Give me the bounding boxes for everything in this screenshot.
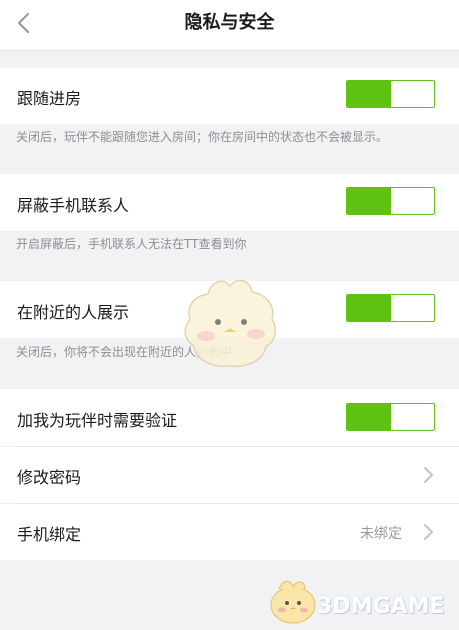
block-contacts-row: 屏蔽手机联系人: [0, 174, 459, 231]
follow-room-row: 跟随进房: [0, 68, 459, 124]
block-contacts-label: 屏蔽手机联系人: [17, 196, 130, 215]
follow-room-toggle[interactable]: [346, 80, 435, 108]
change-password-row[interactable]: 修改密码: [0, 447, 459, 503]
page-title: 隐私与安全: [184, 12, 275, 33]
navigation-bar: 隐私与安全: [0, 0, 459, 51]
toggle-on-fill: [347, 188, 391, 214]
verify-friend-label: 加我为玩伴时需要验证: [17, 411, 178, 430]
show-nearby-toggle[interactable]: [346, 294, 435, 322]
toggle-on-fill: [347, 404, 391, 430]
chevron-right-icon: [424, 524, 433, 540]
block-contacts-toggle[interactable]: [346, 187, 435, 215]
follow-room-label: 跟随进房: [17, 89, 82, 108]
chevron-right-icon: [424, 467, 433, 483]
block-contacts-description: 开启屏蔽后，手机联系人无法在TT查看到你: [16, 237, 247, 251]
toggle-on-fill: [347, 81, 391, 107]
bind-phone-label: 手机绑定: [17, 525, 82, 544]
mascot-illustration: [184, 279, 277, 368]
verify-friend-toggle[interactable]: [346, 403, 435, 431]
bind-phone-row[interactable]: 手机绑定 未绑定: [0, 504, 459, 560]
change-password-label: 修改密码: [17, 468, 82, 487]
toggle-on-fill: [347, 295, 391, 321]
bind-phone-status: 未绑定: [360, 526, 402, 542]
show-nearby-label: 在附近的人展示: [17, 303, 130, 322]
verify-friend-row: 加我为玩伴时需要验证: [0, 389, 459, 446]
watermark-text: 3DMGAME: [317, 594, 445, 619]
follow-room-description: 关闭后，玩伴不能跟随您进入房间；你在房间中的状态也不会被显示。: [16, 130, 389, 144]
